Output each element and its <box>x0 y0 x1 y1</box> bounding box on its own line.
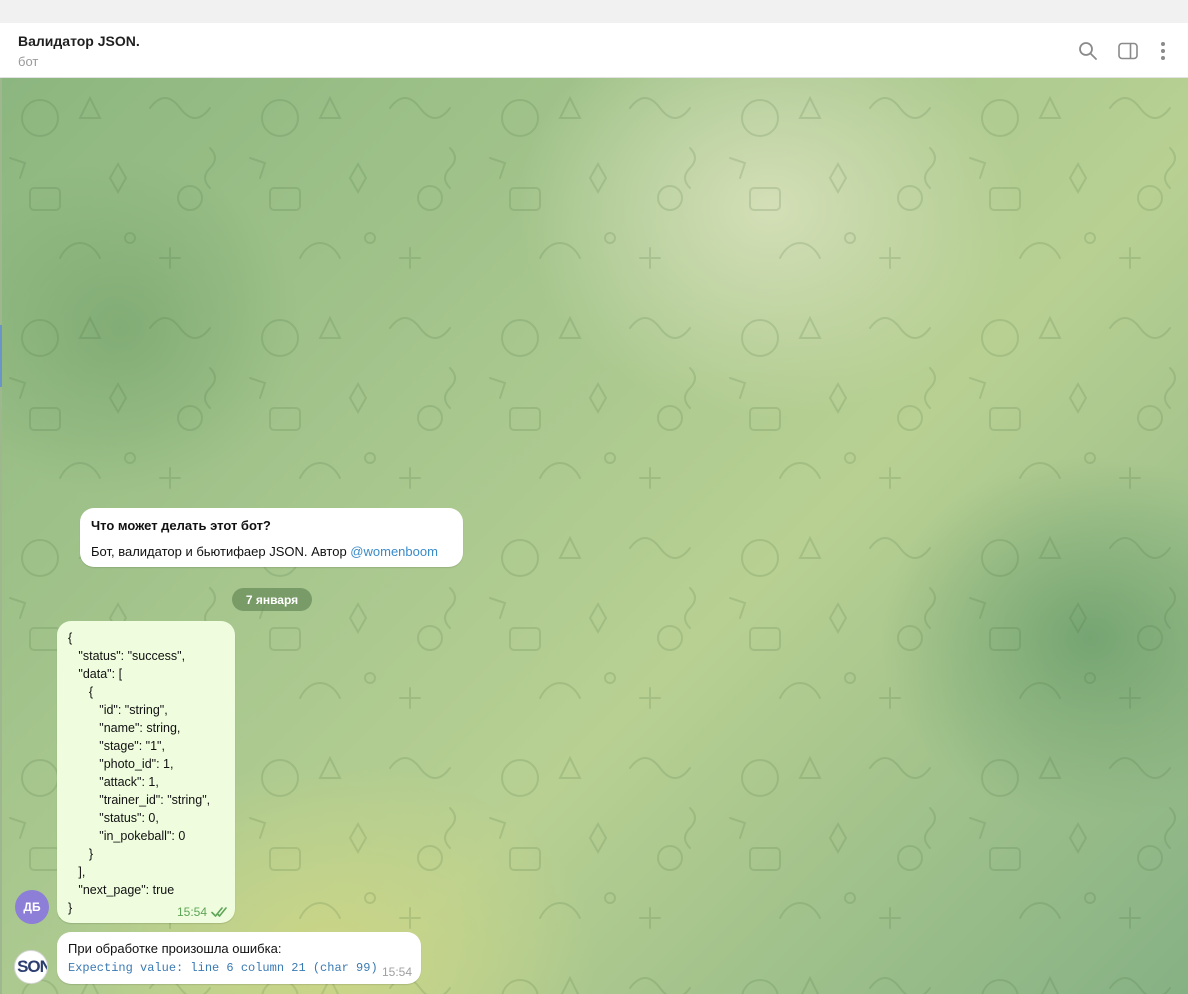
chat-subtitle: бот <box>18 54 39 69</box>
bot-avatar[interactable]: SON <box>14 950 48 984</box>
message-meta: 15:54 <box>177 905 229 919</box>
double-check-icon <box>211 907 227 917</box>
chat-area[interactable]: Что может делать этот бот? Бот, валидато… <box>0 78 1188 994</box>
search-icon[interactable] <box>1076 39 1100 63</box>
outgoing-message[interactable]: { "status": "success", "data": [ { "id":… <box>57 621 235 923</box>
left-edge-divider <box>0 78 2 994</box>
more-vertical-icon[interactable] <box>1151 39 1175 63</box>
chat-header[interactable]: Валидатор JSON. бот <box>0 23 1188 78</box>
bot-description-card: Что может делать этот бот? Бот, валидато… <box>80 508 463 567</box>
bot-description-text: Бот, валидатор и бьютифаер JSON. Автор @… <box>91 544 438 559</box>
message-time: 15:54 <box>381 965 412 979</box>
error-message-title: При обработке произошла ошибка: <box>68 941 282 956</box>
bot-description-heading: Что может делать этот бот? <box>91 518 271 533</box>
bot-avatar-logo: SON <box>17 957 48 976</box>
message-time: 15:54 <box>176 905 207 919</box>
sidebar-toggle-icon[interactable] <box>1116 39 1140 63</box>
window-top-strip <box>0 0 1188 23</box>
incoming-message[interactable]: При обработке произошла ошибка: Expectin… <box>57 932 421 984</box>
message-text: { "status": "success", "data": [ { "id":… <box>68 631 211 915</box>
left-edge-indicator <box>0 325 2 387</box>
error-message-code[interactable]: Expecting value: line 6 column 21 (char … <box>68 961 378 975</box>
chat-title[interactable]: Валидатор JSON. <box>18 33 140 49</box>
user-avatar[interactable]: ДБ <box>15 890 49 924</box>
date-separator[interactable]: 7 января <box>232 588 312 611</box>
author-link[interactable]: @womenboom <box>350 544 438 559</box>
bot-description-prefix: Бот, валидатор и бьютифаер JSON. Автор <box>91 544 351 559</box>
